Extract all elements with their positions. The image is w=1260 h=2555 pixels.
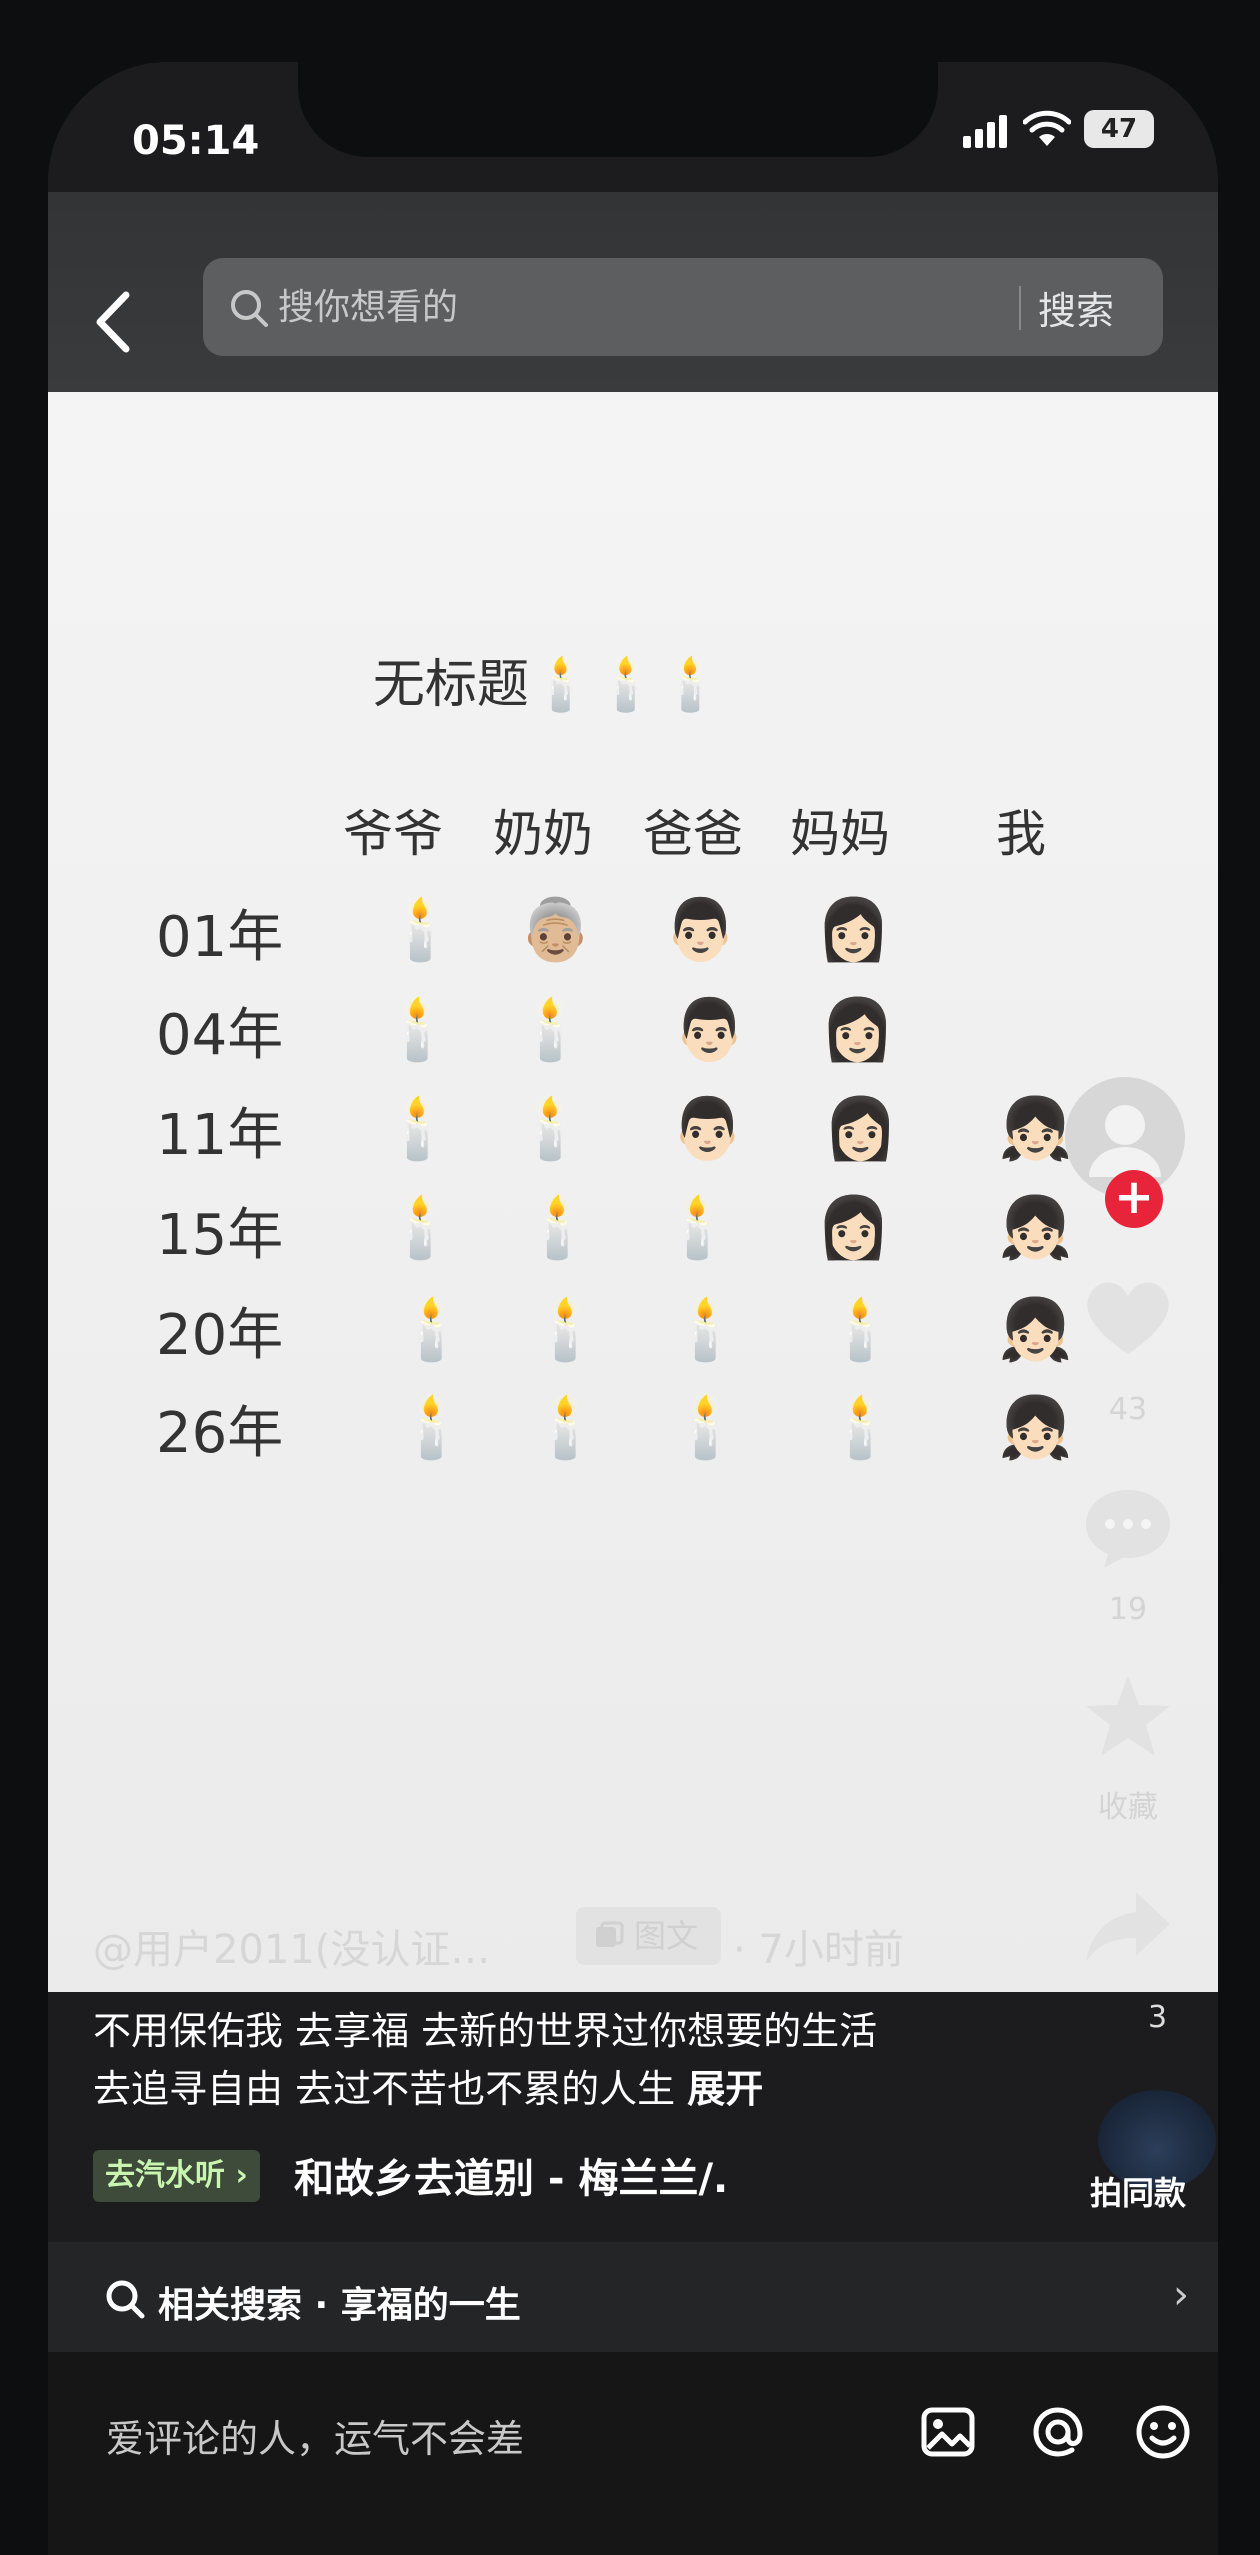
table-cell: 🕯️: [823, 1295, 898, 1365]
row-label: 26年: [156, 1401, 284, 1466]
column-header: 我: [996, 805, 1046, 863]
share-icon[interactable]: [1078, 1882, 1178, 1972]
table-cell: 👨🏻: [672, 995, 747, 1065]
column-header: 爷爷: [343, 805, 443, 863]
music-app-tag[interactable]: 去汽水听 ›: [93, 2150, 260, 2202]
search-header: 搜索: [48, 192, 1218, 392]
column-header: 奶奶: [493, 805, 593, 863]
table-cell: 👩🏻: [816, 1193, 891, 1263]
table-cell: 🕯️: [513, 1094, 588, 1164]
related-search-bar[interactable]: 相关搜索 · 享福的一生 ›: [48, 2242, 1218, 2352]
table-cell: 👨🏻: [670, 1094, 745, 1164]
table-cell: 👩🏻: [816, 895, 891, 965]
row-label: 01年: [156, 905, 284, 970]
table-cell: 🕯️: [380, 1094, 455, 1164]
table-cell: 🕯️: [528, 1393, 603, 1463]
status-time: 05:14: [132, 118, 260, 164]
like-count: 43: [1108, 1392, 1148, 1427]
music-title[interactable]: 和故乡去道别 - 梅兰兰/.: [294, 2146, 728, 2204]
table-cell: 🕯️: [383, 1193, 458, 1263]
search-input[interactable]: [278, 272, 978, 342]
phone-screen: 05:14 47 搜索 无标题🕯️🕯️🕯️ 爷爷 奶: [48, 62, 1218, 2555]
post-caption: 不用保佑我 去享福 去新的世界过你想要的生活 去追寻自由 去过不苦也不累的人生 …: [93, 2002, 1073, 2118]
row-label: 15年: [156, 1203, 284, 1268]
table-cell: 🕯️: [660, 1193, 735, 1263]
table-cell: 👧🏻: [998, 1193, 1073, 1263]
table-cell: 🕯️: [394, 1393, 469, 1463]
follow-button[interactable]: +: [1105, 1170, 1163, 1228]
comment-icon[interactable]: [1078, 1482, 1178, 1572]
search-icon: [231, 290, 268, 327]
post-type-badge: 图文: [576, 1907, 721, 1965]
table-cell: 👨🏻: [663, 895, 738, 965]
table-cell: 🕯️: [394, 1295, 469, 1365]
table-cell: 🕯️: [823, 1393, 898, 1463]
author-name[interactable]: @用户2011(没认证…: [93, 1917, 490, 1975]
search-box[interactable]: 搜索: [203, 258, 1163, 356]
share-count: 3: [1148, 2000, 1168, 2035]
table-cell: 👩🏻: [820, 995, 895, 1065]
battery-indicator: 47: [1084, 110, 1154, 148]
search-icon: [106, 2280, 145, 2319]
heart-icon[interactable]: [1078, 1272, 1178, 1362]
table-cell: 🕯️: [528, 1295, 603, 1365]
image-icon[interactable]: [918, 2402, 978, 2462]
image-post-icon: [596, 1921, 624, 1947]
mention-icon[interactable]: [1028, 2402, 1088, 2462]
favorite-label: 收藏: [1098, 1790, 1158, 1825]
table-cell: 👵🏼: [518, 895, 593, 965]
table-cell: [998, 990, 1068, 1070]
expand-link[interactable]: 展开: [687, 2067, 763, 2111]
wifi-icon: [1023, 110, 1071, 146]
table-cell: 🕯️: [668, 1393, 743, 1463]
column-header: 爸爸: [643, 805, 743, 863]
comment-bar: 爱评论的人，运气不会差: [48, 2352, 1218, 2555]
search-button[interactable]: 搜索: [1038, 280, 1114, 335]
star-icon[interactable]: [1078, 1672, 1178, 1762]
same-style-label[interactable]: 拍同款: [1090, 2168, 1186, 2214]
caption-line: 去追寻自由 去过不苦也不累的人生: [93, 2067, 676, 2111]
table-cell: 👧🏻: [998, 1295, 1073, 1365]
post-image[interactable]: 无标题🕯️🕯️🕯️ 爷爷 奶奶 爸爸 妈妈 我 01年 🕯️ 👵🏼 👨🏻 👩🏻 …: [48, 392, 1218, 1992]
column-header: 妈妈: [790, 805, 890, 863]
comment-count: 19: [1108, 1592, 1148, 1627]
row-label: 20年: [156, 1303, 284, 1368]
chevron-right-icon: ›: [1173, 2272, 1189, 2318]
post-time: · 7小时前: [733, 1927, 904, 1973]
status-bar: 05:14 47: [48, 62, 1218, 192]
table-cell: 🕯️: [383, 895, 458, 965]
table-cell: 👩🏻: [823, 1094, 898, 1164]
signal-icon: [963, 114, 1007, 148]
row-label: 11年: [156, 1103, 284, 1168]
related-search-label: 相关搜索 · 享福的一生: [158, 2285, 521, 2326]
table-cell: 👧🏻: [998, 1094, 1073, 1164]
table-cell: 🕯️: [513, 995, 588, 1065]
back-arrow-icon[interactable]: [88, 287, 138, 357]
table-cell: 🕯️: [668, 1295, 743, 1365]
table-cell: [998, 890, 1068, 970]
notch: [298, 62, 938, 157]
row-label: 04年: [156, 1003, 284, 1068]
table-cell: 🕯️: [380, 995, 455, 1065]
caption-line: 不用保佑我 去享福 去新的世界过你想要的生活: [93, 2009, 878, 2053]
post-type-label: 图文: [634, 1917, 699, 1955]
emoji-icon[interactable]: [1133, 2402, 1193, 2462]
search-divider: [1019, 286, 1021, 330]
table-cell: 🕯️: [520, 1193, 595, 1263]
comment-input[interactable]: 爱评论的人，运气不会差: [106, 2408, 524, 2463]
post-title: 无标题🕯️🕯️🕯️: [372, 655, 724, 715]
